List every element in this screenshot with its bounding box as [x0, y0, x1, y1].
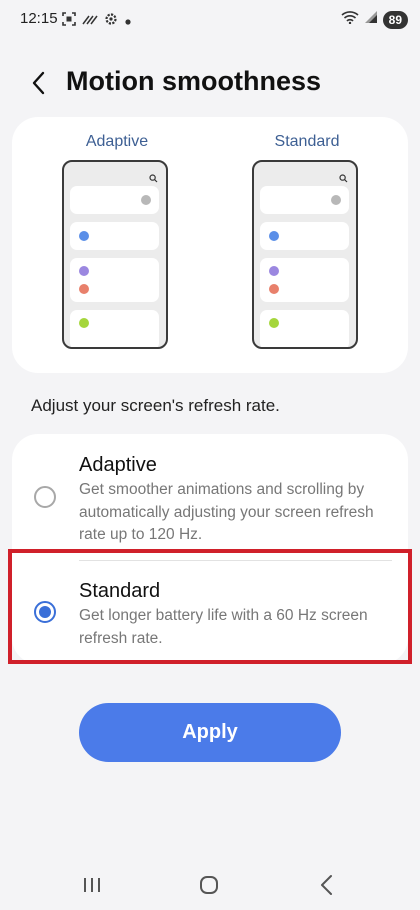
placeholder-dot-icon: [141, 195, 151, 205]
option-standard-title: Standard: [79, 580, 161, 602]
phone-row: [70, 222, 159, 250]
option-adaptive[interactable]: Adaptive Get smoother animations and scr…: [12, 434, 408, 560]
blue-dot-icon: [79, 231, 89, 241]
phone-illustration-standard: [252, 160, 358, 349]
header: Motion smoothness: [0, 60, 420, 106]
radio-adaptive[interactable]: [34, 486, 56, 508]
green-dot-icon: [269, 318, 279, 328]
option-adaptive-title: Adaptive: [79, 454, 157, 476]
purple-dot-icon: [79, 266, 89, 276]
phone-row: [260, 222, 349, 250]
notification-dot-icon: [124, 13, 132, 31]
option-adaptive-description: Get smoother animations and scrolling by…: [79, 481, 374, 543]
missed-call-icon: [82, 12, 98, 31]
blue-dot-icon: [269, 231, 279, 241]
recent-apps-icon[interactable]: [79, 872, 105, 898]
screen-capture-icon: [62, 12, 76, 31]
phone-row: [260, 186, 349, 214]
option-standard[interactable]: Standard Get longer battery life with a …: [12, 561, 408, 664]
green-dot-icon: [79, 318, 89, 328]
home-icon[interactable]: [196, 872, 222, 898]
option-standard-description: Get longer battery life with a 60 Hz scr…: [79, 607, 368, 647]
phone-row: [260, 310, 349, 347]
phone-row: [70, 258, 159, 302]
settings-gear-icon: [104, 12, 118, 31]
preview-standard-label: Standard: [274, 133, 340, 150]
signal-icon: [364, 10, 378, 29]
phone-row: [70, 186, 159, 214]
preview-card: Adaptive Standard: [12, 117, 408, 373]
battery-icon: 89: [382, 10, 408, 29]
purple-dot-icon: [269, 266, 279, 276]
refresh-rate-subtitle: Adjust your screen's refresh rate.: [31, 396, 280, 415]
back-icon[interactable]: [314, 872, 340, 898]
status-bar: 12:15 89: [0, 0, 420, 40]
apply-button[interactable]: Apply: [79, 703, 341, 762]
phone-row: [260, 258, 349, 302]
placeholder-dot-icon: [331, 195, 341, 205]
preview-standard: Standard: [252, 117, 362, 373]
coral-dot-icon: [79, 284, 89, 294]
back-button[interactable]: [26, 68, 54, 98]
phone-illustration-adaptive: [62, 160, 168, 349]
status-left-icons: [62, 12, 132, 31]
status-right: 89: [341, 10, 408, 29]
preview-adaptive-label: Adaptive: [85, 133, 149, 150]
radio-standard[interactable]: [34, 601, 56, 623]
coral-dot-icon: [269, 284, 279, 294]
status-time: 12:15: [20, 10, 58, 27]
phone-row: [70, 310, 159, 347]
refresh-rate-options: Adaptive Get smoother animations and scr…: [12, 434, 408, 664]
wifi-icon: [341, 10, 359, 29]
chevron-left-icon: [32, 71, 45, 95]
navigation-bar: [0, 860, 420, 910]
page-title: Motion smoothness: [66, 66, 321, 96]
preview-adaptive: Adaptive: [62, 117, 172, 373]
